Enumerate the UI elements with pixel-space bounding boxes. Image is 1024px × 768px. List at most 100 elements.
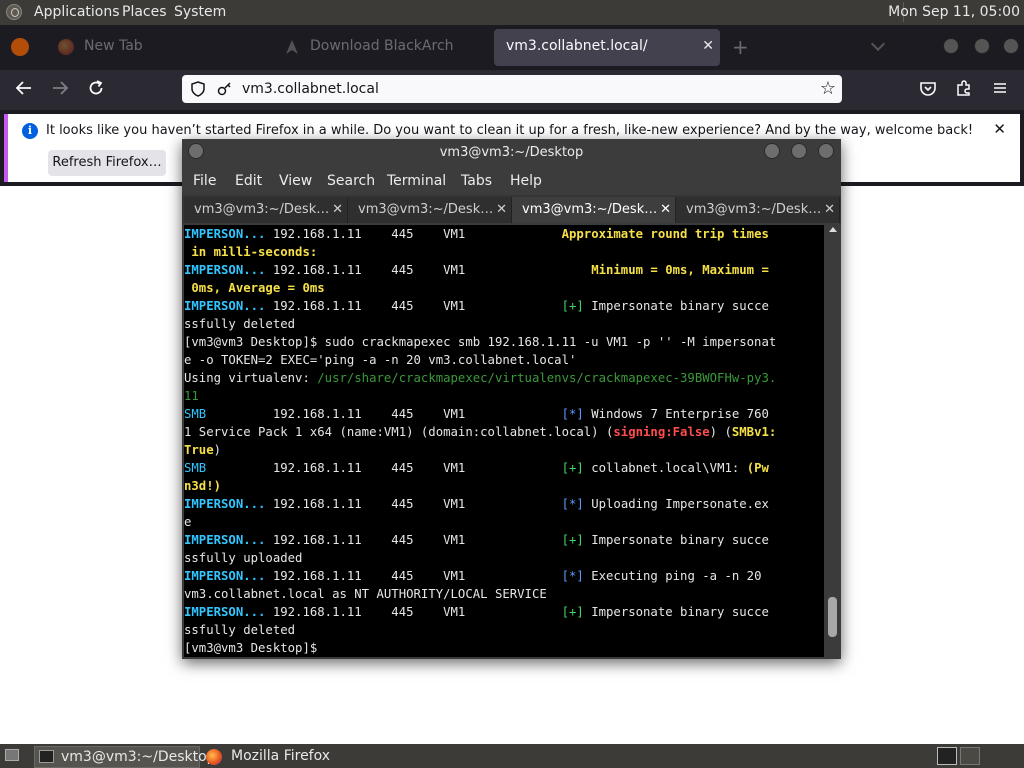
terminal-segment: n3d!) <box>184 479 222 493</box>
terminal-segment: vm3.collabnet.local as NT AUTHORITY/LOCA… <box>184 587 547 601</box>
reload-button[interactable] <box>85 79 107 101</box>
terminal-tab[interactable]: vm3@vm3:~/Desk… ✕ <box>676 197 840 223</box>
tab-vm3-collabnet[interactable]: vm3.collabnet.local/ ✕ <box>494 29 720 66</box>
refresh-firefox-button[interactable]: Refresh Firefox… <box>48 150 166 176</box>
terminal-segment: [+] <box>561 299 584 313</box>
show-desktop-icon[interactable] <box>5 749 19 761</box>
url-bar[interactable]: vm3.collabnet.local ☆ <box>182 75 842 103</box>
menu-view[interactable]: View <box>279 173 312 189</box>
info-icon: i <box>22 123 38 139</box>
forward-button[interactable] <box>49 79 71 101</box>
terminal-segment: 192.168.1.11 445 VM1 <box>206 407 562 421</box>
taskbar-item-firefox[interactable]: Mozilla Firefox <box>202 746 372 766</box>
terminal-segment: Using virtualenv: <box>184 371 318 385</box>
tab-close-icon[interactable]: ✕ <box>332 202 343 217</box>
terminal-segment: IMPERSON... <box>184 263 266 277</box>
terminal-segment: True <box>184 443 214 457</box>
terminal-segment: 0ms, Average = 0ms <box>184 281 325 295</box>
terminal-tab-active[interactable]: vm3@vm3:~/Desk… ✕ <box>512 197 676 223</box>
minimize-window-button[interactable] <box>943 38 959 54</box>
menu-tabs[interactable]: Tabs <box>461 173 492 189</box>
terminal-segment: Approximate round trip times <box>561 227 769 241</box>
close-button[interactable] <box>818 143 834 159</box>
arrow-left-icon <box>15 81 31 95</box>
shield-icon[interactable] <box>190 81 206 97</box>
terminal-tab-label: vm3@vm3:~/Desk… <box>194 202 330 217</box>
url-text[interactable]: vm3.collabnet.local <box>242 81 379 97</box>
bookmark-star-icon[interactable]: ☆ <box>820 78 836 99</box>
terminal-line: IMPERSON... 192.168.1.11 445 VM1 Minimum… <box>184 261 824 279</box>
maximize-window-button[interactable] <box>974 38 990 54</box>
back-button[interactable] <box>13 79 35 101</box>
close-notification-icon[interactable]: ✕ <box>993 120 1006 138</box>
scroll-up-icon[interactable] <box>829 227 837 232</box>
tab-label: New Tab <box>84 38 143 54</box>
menu-help[interactable]: Help <box>510 173 542 189</box>
terminal-segment: /usr/share/crackmapexec/virtualenvs/crac… <box>317 371 777 385</box>
terminal-segment: 192.168.1.11 445 VM1 <box>265 263 592 277</box>
system-menu[interactable]: System <box>174 4 226 20</box>
firefox-view-icon[interactable] <box>11 38 29 56</box>
terminal-titlebar[interactable]: vm3@vm3:~/Desktop <box>182 139 841 167</box>
tab-close-icon[interactable]: ✕ <box>702 38 714 54</box>
blackarch-icon <box>284 39 300 55</box>
terminal-segment: Minimum = 0ms, Maximum = <box>591 263 769 277</box>
workspace-switcher-2[interactable] <box>960 747 980 765</box>
scrollbar-thumb[interactable] <box>828 597 837 637</box>
new-tab-button[interactable]: + <box>732 35 749 59</box>
terminal-segment: SMB <box>184 407 207 421</box>
terminal-tab[interactable]: vm3@vm3:~/Desk… ✕ <box>184 197 348 223</box>
tab-download-blackarch[interactable]: Download BlackArch <box>270 29 490 66</box>
applications-menu[interactable]: Applications <box>34 4 120 20</box>
firefox-icon <box>206 749 222 765</box>
workspace-switcher[interactable] <box>937 747 957 765</box>
terminal-scrollbar[interactable] <box>826 225 839 657</box>
clock[interactable]: Mon Sep 11, 05:00 <box>888 4 1020 20</box>
pocket-button[interactable] <box>917 79 939 101</box>
terminal-segment: IMPERSON... <box>184 497 266 511</box>
terminal-segment: (Pw <box>746 461 769 475</box>
list-all-tabs-icon[interactable] <box>870 36 886 52</box>
menu-search[interactable]: Search <box>327 173 375 189</box>
terminal-segment: SMBv1: <box>731 425 777 439</box>
terminal-segment: [*] <box>561 497 584 511</box>
browser-tab-bar: New Tab Download BlackArch vm3.collabnet… <box>0 25 1024 70</box>
taskbar-item-label: Mozilla Firefox <box>231 748 331 764</box>
tab-new-tab[interactable]: New Tab <box>44 29 259 66</box>
arrow-right-icon <box>53 81 69 95</box>
places-menu[interactable]: Places <box>122 4 167 20</box>
terminal-line: [vm3@vm3 Desktop]$ sudo crackmapexec smb… <box>184 333 824 351</box>
top-panel: Applications Places System Mon Sep 11, 0… <box>0 0 1024 25</box>
site-info-icon[interactable] <box>216 81 232 97</box>
terminal-segment: [+] <box>561 533 584 547</box>
terminal-output[interactable]: IMPERSON... 192.168.1.11 445 VM1 Approxi… <box>184 225 824 657</box>
terminal-segment: IMPERSON... <box>184 299 266 313</box>
close-window-button[interactable] <box>1003 38 1019 54</box>
terminal-icon <box>39 750 54 763</box>
minimize-button[interactable] <box>764 143 780 159</box>
terminal-line: SMB 192.168.1.11 445 VM1 [*] Windows 7 E… <box>184 405 824 423</box>
app-menu-button[interactable] <box>989 79 1011 101</box>
terminal-segment: 192.168.1.11 445 VM1 <box>265 227 562 241</box>
terminal-line: e -o TOKEN=2 EXEC='ping -a -n 20 vm3.col… <box>184 351 824 369</box>
terminal-text: IMPERSON... 192.168.1.11 445 VM1 Approxi… <box>184 225 824 657</box>
terminal-segment: [+] <box>561 605 584 619</box>
terminal-segment: e <box>184 515 192 529</box>
navigation-toolbar: vm3.collabnet.local ☆ <box>0 70 1024 110</box>
tab-label: vm3.collabnet.local/ <box>506 38 648 54</box>
terminal-tab[interactable]: vm3@vm3:~/Desk… ✕ <box>348 197 512 223</box>
maximize-button[interactable] <box>791 143 807 159</box>
terminal-line: [vm3@vm3 Desktop]$ <box>184 639 824 657</box>
menu-edit[interactable]: Edit <box>235 173 262 189</box>
terminal-segment: collabnet.local\VM1: <box>583 461 747 475</box>
tab-close-icon[interactable]: ✕ <box>824 202 835 217</box>
terminal-line: ssfully deleted <box>184 621 824 639</box>
extensions-button[interactable] <box>953 79 975 101</box>
menu-file[interactable]: File <box>193 173 216 189</box>
taskbar-item-terminal[interactable]: vm3@vm3:~/Desktop <box>34 746 216 768</box>
terminal-segment: ssfully deleted <box>184 623 296 637</box>
tab-close-icon[interactable]: ✕ <box>496 202 507 217</box>
distro-logo-icon[interactable] <box>6 4 22 20</box>
tab-close-icon[interactable]: ✕ <box>660 202 671 217</box>
menu-terminal[interactable]: Terminal <box>387 173 446 189</box>
